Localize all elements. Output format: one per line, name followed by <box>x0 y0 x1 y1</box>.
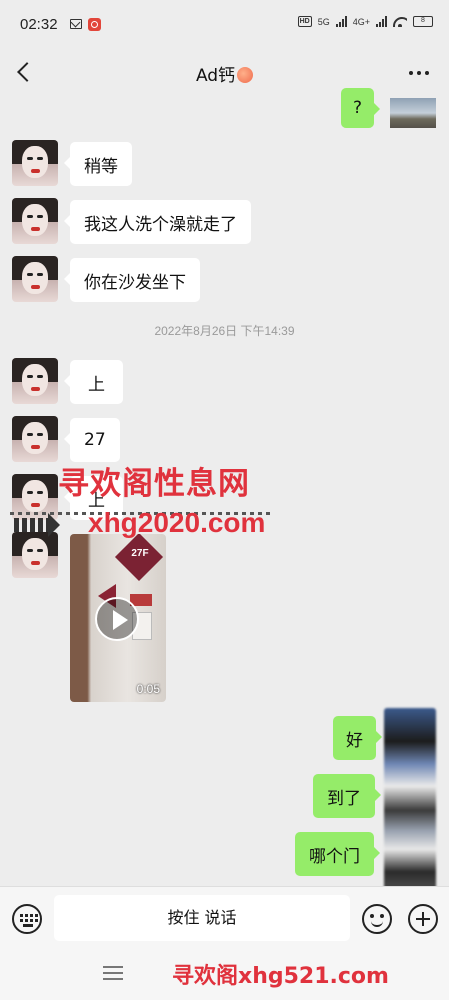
video-message[interactable]: 27F 0:05 <box>70 534 166 702</box>
message-text: 上 <box>88 374 105 395</box>
message-timestamp: 2022年8月26日 下午14:39 <box>154 324 295 338</box>
watermark-bottom: 寻欢阁xhg521.com <box>172 964 389 989</box>
message-text: 哪个门 <box>309 846 360 867</box>
message-bubble-self[interactable]: 好 <box>333 716 382 760</box>
network-4g-label: 4G+ <box>352 16 370 27</box>
status-bar: 02:32 HD 5G 4G+ 8 <box>0 0 449 50</box>
battery-icon: 8 <box>413 16 433 27</box>
message-bubble-self[interactable]: ? <box>341 88 381 128</box>
keyboard-icon[interactable] <box>12 904 42 934</box>
message-bubble-contact[interactable]: 稍等 <box>64 142 132 186</box>
message-bubble-contact[interactable]: 27 <box>64 418 120 462</box>
message-bubble-self[interactable]: 到了 <box>313 774 381 818</box>
contact-avatar[interactable] <box>12 532 58 578</box>
message-text: 好 <box>346 730 363 751</box>
message-text: 到了 <box>327 788 361 809</box>
message-bubble-contact[interactable]: 我这人洗个澡就走了 <box>64 200 251 244</box>
hd-indicator: HD <box>297 16 312 27</box>
chat-header: Ad钙 <box>0 50 449 96</box>
message-bubble-self[interactable]: 哪个门 <box>295 832 380 876</box>
emoji-icon[interactable] <box>362 904 392 934</box>
more-options-icon[interactable] <box>409 71 429 75</box>
message-text: 27 <box>84 430 106 450</box>
contact-avatar[interactable] <box>12 358 58 404</box>
plus-icon[interactable] <box>408 904 438 934</box>
signal-icon-2 <box>376 16 387 27</box>
message-text: ? <box>353 98 363 118</box>
self-avatar[interactable] <box>384 708 436 894</box>
watermark-arrow-icon <box>14 513 60 537</box>
contact-avatar[interactable] <box>12 416 58 462</box>
status-time: 02:32 <box>20 16 58 33</box>
wifi-icon <box>393 16 407 27</box>
contact-avatar[interactable] <box>12 140 58 186</box>
system-nav-bar: 寻欢阁xhg521.com <box>0 948 449 1000</box>
message-bubble-contact[interactable]: 你在沙发坐下 <box>64 258 200 302</box>
app-notification-icon <box>88 18 101 31</box>
message-text: 我这人洗个澡就走了 <box>84 214 237 235</box>
contact-avatar[interactable] <box>12 256 58 302</box>
play-icon[interactable] <box>95 597 139 641</box>
watermark-url: xhg2020.com <box>88 507 266 538</box>
message-text: 稍等 <box>84 156 118 177</box>
watermark-title: 寻欢阁性息网 <box>58 466 250 502</box>
network-5g-label: 5G <box>317 16 330 27</box>
signal-icon <box>335 16 347 27</box>
self-avatar-partial[interactable] <box>390 98 436 128</box>
chat-title: Ad钙 <box>0 61 449 86</box>
input-bar: 按住 说话 <box>0 886 449 948</box>
message-text: 你在沙发坐下 <box>84 272 186 293</box>
video-duration: 0:05 <box>136 682 160 696</box>
message-bubble-contact[interactable]: 上 <box>64 360 123 404</box>
hold-to-talk-button[interactable]: 按住 说话 <box>54 895 350 941</box>
menu-icon[interactable] <box>103 966 123 980</box>
mail-icon <box>70 19 82 29</box>
floor-sign-text: 27F <box>131 548 149 559</box>
chat-title-text: Ad钙 <box>195 66 236 86</box>
contact-avatar[interactable] <box>12 198 58 244</box>
peach-emoji-icon <box>237 67 254 83</box>
